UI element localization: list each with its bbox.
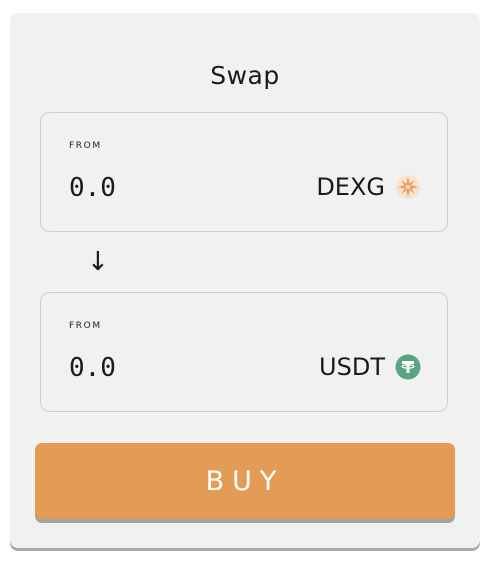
to-amount-input[interactable] [69,353,269,383]
to-panel: FROM USDT [40,292,448,412]
from-panel: FROM DEXG [40,112,448,232]
to-label: FROM [69,321,102,331]
usdt-tether-icon [395,354,421,380]
swap-direction-arrow-icon: ↓ [87,247,109,277]
from-amount-input[interactable] [69,173,269,203]
swap-title: Swap [210,61,280,90]
swap-card: Swap FROM DEXG [10,13,480,548]
from-token-selector[interactable]: DEXG [316,173,421,201]
buy-button[interactable]: BUY [35,443,455,519]
dexg-logo-icon [395,174,421,200]
to-token-symbol: USDT [319,353,385,381]
from-token-symbol: DEXG [316,173,385,201]
to-token-selector[interactable]: USDT [319,353,421,381]
from-label: FROM [69,141,102,151]
